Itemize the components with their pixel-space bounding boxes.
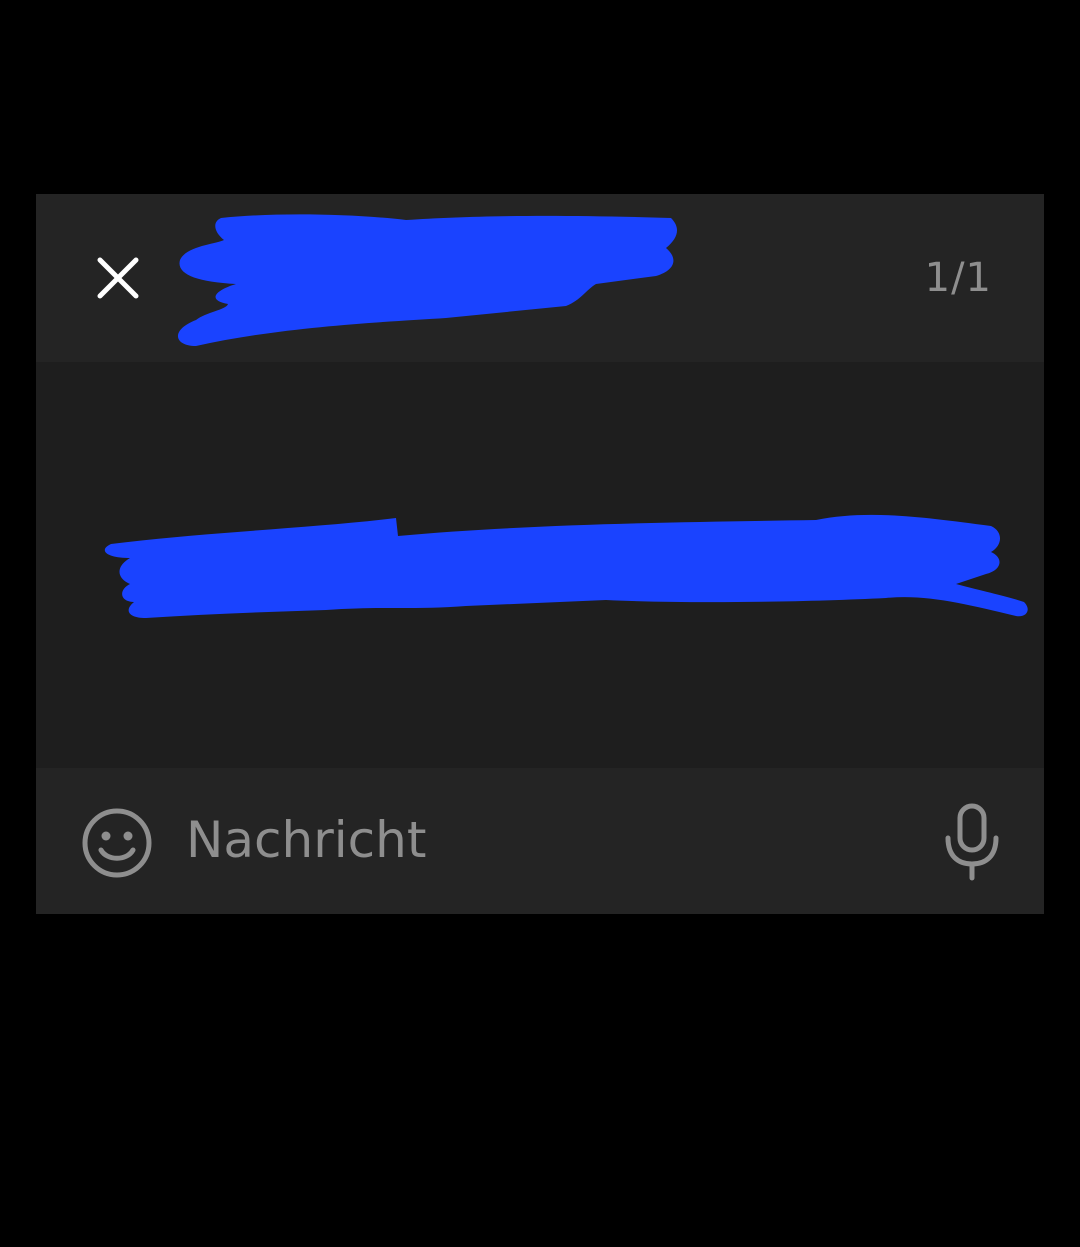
smiley-icon[interactable] <box>80 806 154 880</box>
screen: 1/1 <box>0 0 1080 1247</box>
message-input[interactable] <box>186 804 906 876</box>
message-body <box>36 362 1044 768</box>
message-composer <box>36 768 1044 914</box>
preview-header: 1/1 <box>36 194 1044 362</box>
microphone-icon[interactable] <box>940 802 1004 882</box>
close-button[interactable] <box>88 248 148 308</box>
page-counter: 1/1 <box>924 255 992 301</box>
message-preview-card: 1/1 <box>36 194 1044 914</box>
close-icon <box>97 257 139 299</box>
redacted-message-text <box>104 514 1028 618</box>
redacted-contact-name <box>177 214 678 346</box>
